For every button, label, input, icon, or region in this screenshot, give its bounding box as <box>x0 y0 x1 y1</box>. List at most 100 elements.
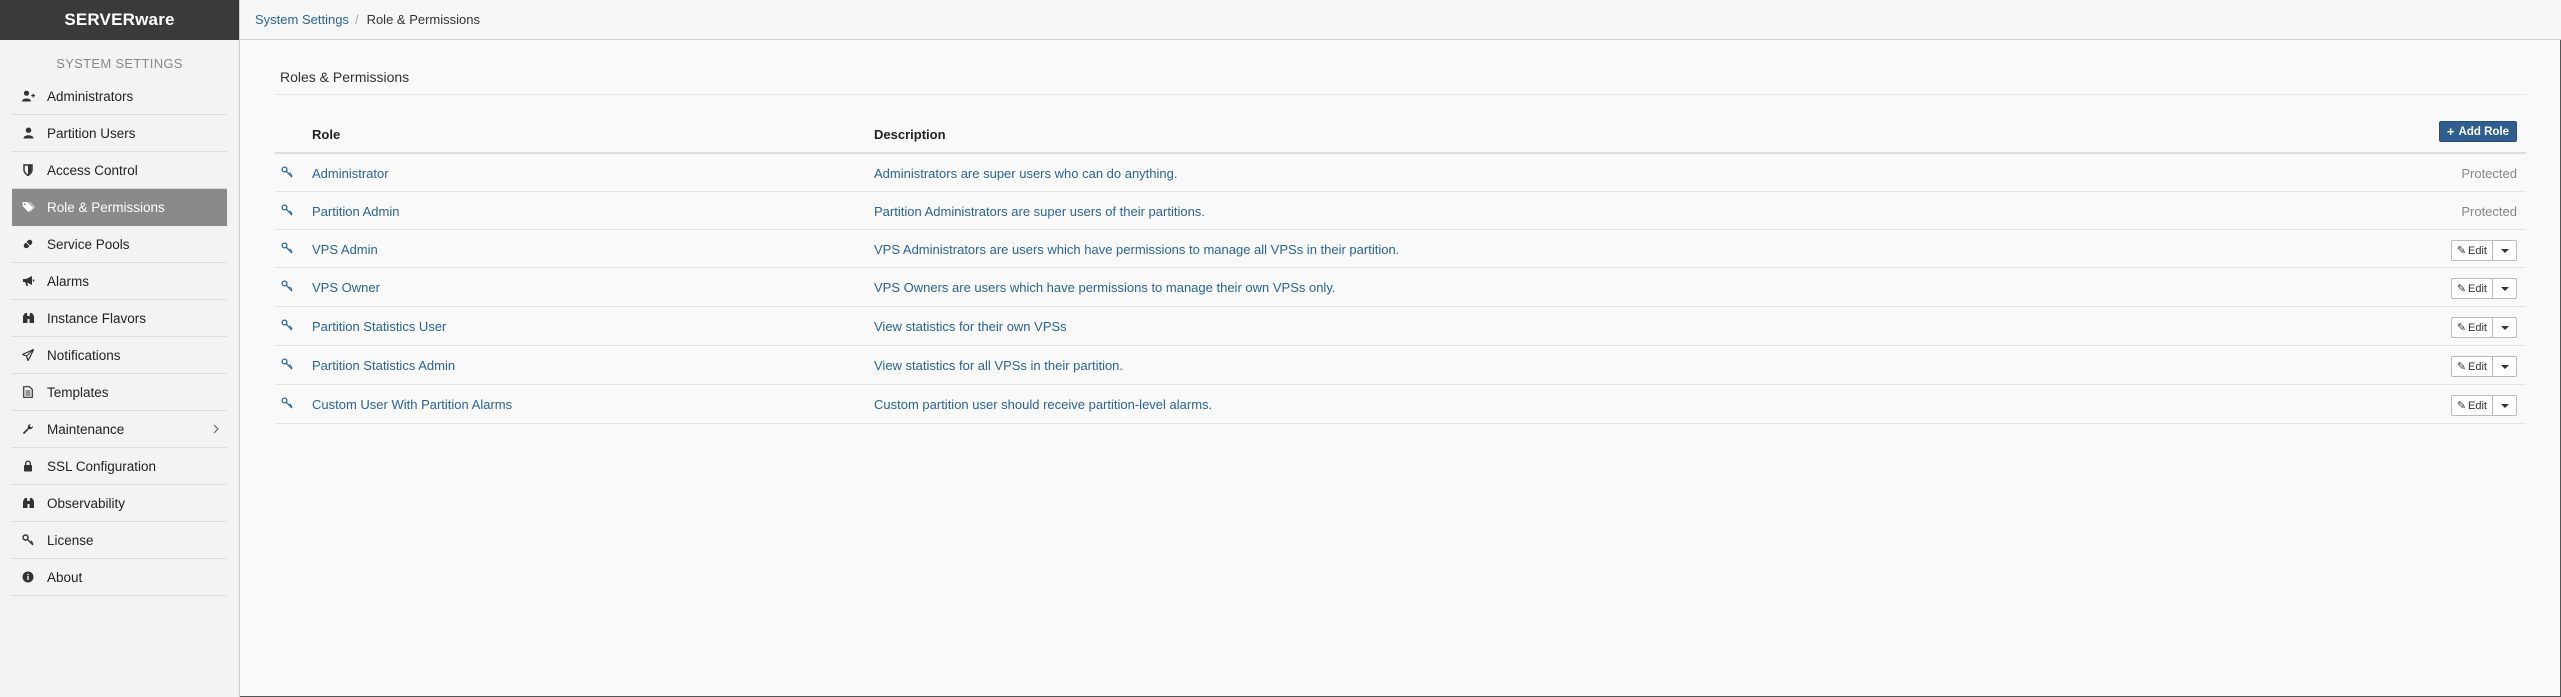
sidebar-item-instance-flavors[interactable]: Instance Flavors <box>12 300 227 337</box>
sidebar-item-license[interactable]: License <box>12 522 227 559</box>
sidebar-item-ssl-configuration[interactable]: SSL Configuration <box>12 448 227 485</box>
table-row: Partition Statistics User View statistic… <box>275 307 2526 346</box>
sidebar-item-alarms[interactable]: Alarms <box>12 263 227 300</box>
edit-button[interactable]: ✎ Edit <box>2450 317 2493 338</box>
edit-button[interactable]: ✎ Edit <box>2450 395 2493 416</box>
edit-icon: ✎ <box>2456 245 2467 257</box>
roles-table: Role Description + Add Role Administrato… <box>275 116 2526 424</box>
shield-icon <box>21 163 35 177</box>
row-options-dropdown[interactable] <box>2493 395 2517 416</box>
row-action-group: ✎ Edit <box>2450 317 2517 338</box>
sidebar-item-about[interactable]: About <box>12 559 227 596</box>
file-text-icon <box>21 385 35 399</box>
key-icon <box>281 242 295 256</box>
breadcrumb-separator: / <box>354 12 359 27</box>
row-options-dropdown[interactable] <box>2493 240 2517 261</box>
edit-label: Edit <box>2468 282 2487 295</box>
breadcrumb-system-settings-link[interactable]: System Settings <box>255 12 349 27</box>
edit-button[interactable]: ✎ Edit <box>2450 240 2493 261</box>
row-action-group: ✎ Edit <box>2450 356 2517 377</box>
info-circle-icon <box>21 570 35 584</box>
role-description[interactable]: VPS Administrators are users which have … <box>874 242 1399 257</box>
edit-label: Edit <box>2468 321 2487 334</box>
divider <box>275 94 2526 95</box>
key-icon <box>281 166 295 180</box>
role-name-link[interactable]: Custom User With Partition Alarms <box>312 397 512 412</box>
role-description[interactable]: VPS Owners are users which have permissi… <box>874 280 1335 295</box>
breadcrumb-current: Role & Permissions <box>366 12 480 27</box>
role-description[interactable]: Administrators are super users who can d… <box>874 166 1178 181</box>
sidebar-item-service-pools[interactable]: Service Pools <box>12 226 227 263</box>
sidebar-item-role-permissions[interactable]: Role & Permissions <box>12 189 227 226</box>
chevron-right-icon <box>213 422 219 437</box>
pills-icon <box>21 237 35 251</box>
user-plus-icon <box>21 89 35 103</box>
key-icon <box>281 358 295 372</box>
role-description[interactable]: Custom partition user should receive par… <box>874 397 1212 412</box>
bullhorn-icon <box>21 274 35 288</box>
edit-icon: ✎ <box>2456 283 2467 295</box>
column-header-role: Role <box>312 127 341 142</box>
sidebar-item-label: Notifications <box>47 347 121 363</box>
paper-plane-icon <box>21 348 35 362</box>
brand-logo[interactable]: SERVERware <box>0 0 239 40</box>
sidebar-item-label: License <box>47 532 94 548</box>
sidebar-item-label: Instance Flavors <box>47 310 147 326</box>
sidebar-item-templates[interactable]: Templates <box>12 374 227 411</box>
sidebar-item-label: Partition Users <box>47 125 136 141</box>
protected-label: Protected <box>2461 166 2517 181</box>
sidebar-item-observability[interactable]: Observability <box>12 485 227 522</box>
column-header-description: Description <box>874 127 946 142</box>
sidebar-nav: Administrators Partition Users Access Co… <box>0 78 239 596</box>
row-options-dropdown[interactable] <box>2493 356 2517 377</box>
binoculars-icon <box>21 311 35 325</box>
role-description[interactable]: Partition Administrators are super users… <box>874 204 1205 219</box>
sidebar-item-maintenance[interactable]: Maintenance <box>12 411 227 448</box>
sidebar-item-label: Templates <box>47 384 109 400</box>
sidebar-item-label: Role & Permissions <box>47 199 165 215</box>
sidebar: SERVERware SYSTEM SETTINGS Administrator… <box>0 0 240 697</box>
role-name-link[interactable]: Partition Statistics User <box>312 319 446 334</box>
sidebar-item-access-control[interactable]: Access Control <box>12 152 227 189</box>
sidebar-item-label: Service Pools <box>47 236 130 252</box>
sidebar-item-administrators[interactable]: Administrators <box>12 78 227 115</box>
row-action-group: ✎ Edit <box>2450 395 2517 416</box>
caret-down-icon <box>2500 364 2509 369</box>
wrench-icon <box>21 422 35 436</box>
table-header: Role Description + Add Role <box>275 116 2526 154</box>
sidebar-item-notifications[interactable]: Notifications <box>12 337 227 374</box>
role-name-link[interactable]: VPS Admin <box>312 242 378 257</box>
row-action-group: ✎ Edit <box>2450 240 2517 261</box>
edit-button[interactable]: ✎ Edit <box>2450 356 2493 377</box>
table-row: Partition Statistics Admin View statisti… <box>275 346 2526 385</box>
row-options-dropdown[interactable] <box>2493 278 2517 299</box>
edit-icon: ✎ <box>2456 361 2467 373</box>
key-icon <box>281 204 295 218</box>
tags-icon <box>21 200 35 214</box>
role-name-link[interactable]: Partition Statistics Admin <box>312 358 455 373</box>
sidebar-item-partition-users[interactable]: Partition Users <box>12 115 227 152</box>
caret-down-icon <box>2500 248 2509 253</box>
table-row: VPS Owner VPS Owners are users which hav… <box>275 268 2526 307</box>
edit-label: Edit <box>2468 244 2487 257</box>
sidebar-section-label: SYSTEM SETTINGS <box>56 56 183 71</box>
key-icon <box>281 280 295 294</box>
role-description[interactable]: View statistics for all VPSs in their pa… <box>874 358 1123 373</box>
user-icon <box>21 126 35 140</box>
role-name-link[interactable]: Partition Admin <box>312 204 399 219</box>
edit-button[interactable]: ✎ Edit <box>2450 278 2493 299</box>
binoculars-icon <box>21 496 35 510</box>
table-body: Administrator Administrators are super u… <box>275 154 2526 424</box>
table-row: Administrator Administrators are super u… <box>275 154 2526 192</box>
key-icon <box>281 397 295 411</box>
edit-icon: ✎ <box>2456 322 2467 334</box>
role-name-link[interactable]: Administrator <box>312 166 389 181</box>
role-name-link[interactable]: VPS Owner <box>312 280 380 295</box>
sidebar-item-label: Administrators <box>47 88 134 104</box>
role-description[interactable]: View statistics for their own VPSs <box>874 319 1067 334</box>
key-icon <box>281 319 295 333</box>
sidebar-item-label: Access Control <box>47 162 138 178</box>
add-role-button[interactable]: + Add Role <box>2438 121 2517 142</box>
row-options-dropdown[interactable] <box>2493 317 2517 338</box>
row-action-group: ✎ Edit <box>2450 278 2517 299</box>
